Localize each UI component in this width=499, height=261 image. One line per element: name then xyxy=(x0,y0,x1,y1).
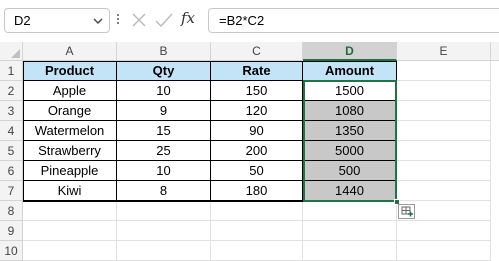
row-header-9[interactable]: 9 xyxy=(0,221,23,241)
cell-c4[interactable]: 90 xyxy=(211,121,303,141)
cell-c1[interactable]: Rate xyxy=(211,61,303,81)
enter-icon[interactable] xyxy=(155,12,173,28)
cell-e4[interactable] xyxy=(397,121,491,141)
quick-analysis-icon[interactable] xyxy=(398,204,415,219)
row-header-10[interactable]: 10 xyxy=(0,241,23,261)
cell-b4[interactable]: 15 xyxy=(117,121,211,141)
select-all-button[interactable] xyxy=(0,42,23,61)
cell-b7[interactable]: 8 xyxy=(117,181,211,201)
cell-a3[interactable]: Orange xyxy=(23,101,117,121)
cancel-icon[interactable] xyxy=(131,12,147,28)
cell-b6[interactable]: 10 xyxy=(117,161,211,181)
cell-d6[interactable]: 500 xyxy=(303,161,397,181)
cell-e10[interactable] xyxy=(397,241,491,261)
cell-e2[interactable] xyxy=(397,81,491,101)
cell-a7[interactable]: Kiwi xyxy=(23,181,117,201)
cell-c8[interactable] xyxy=(211,201,303,221)
cell-c9[interactable] xyxy=(211,221,303,241)
cell-d3[interactable]: 1080 xyxy=(303,101,397,121)
cell-a1[interactable]: Product xyxy=(23,61,117,81)
cell-e9[interactable] xyxy=(397,221,491,241)
cell-c6[interactable]: 50 xyxy=(211,161,303,181)
cell-c7[interactable]: 180 xyxy=(211,181,303,201)
insert-function-button[interactable]: fx xyxy=(181,9,195,27)
cell-a4[interactable]: Watermelon xyxy=(23,121,117,141)
cell-b8[interactable] xyxy=(117,201,211,221)
name-box[interactable]: D2 xyxy=(4,8,110,33)
formula-bar: D2 fx =B2*C2 xyxy=(0,0,499,42)
cell-b2[interactable]: 10 xyxy=(117,81,211,101)
cell-e5[interactable] xyxy=(397,141,491,161)
row-header-6[interactable]: 6 xyxy=(0,161,23,181)
cell-d5[interactable]: 5000 xyxy=(303,141,397,161)
cell-a5[interactable]: Strawberry xyxy=(23,141,117,161)
formula-input[interactable]: =B2*C2 xyxy=(208,8,499,33)
cell-d4[interactable]: 1350 xyxy=(303,121,397,141)
column-header-c[interactable]: C xyxy=(211,42,303,61)
row-header-7[interactable]: 7 xyxy=(0,181,23,201)
cell-a2[interactable]: Apple xyxy=(23,81,117,101)
chevron-down-icon[interactable] xyxy=(93,17,103,25)
row-header-4[interactable]: 4 xyxy=(0,121,23,141)
cell-c2[interactable]: 150 xyxy=(211,81,303,101)
cell-a8[interactable] xyxy=(23,201,117,221)
cell-c3[interactable]: 120 xyxy=(211,101,303,121)
cell-d1[interactable]: Amount xyxy=(303,61,397,81)
column-header-e[interactable]: E xyxy=(397,42,491,61)
cell-d8[interactable] xyxy=(303,201,397,221)
cell-b10[interactable] xyxy=(117,241,211,261)
column-header-f[interactable] xyxy=(491,42,499,61)
cell-d2[interactable]: 1500 xyxy=(303,81,397,101)
column-header-b[interactable]: B xyxy=(117,42,211,61)
more-options-icon[interactable] xyxy=(116,12,120,30)
cell-d9[interactable] xyxy=(303,221,397,241)
cell-b1[interactable]: Qty xyxy=(117,61,211,81)
cell-a9[interactable] xyxy=(23,221,117,241)
row-header-5[interactable]: 5 xyxy=(0,141,23,161)
column-header-d[interactable]: D xyxy=(303,42,397,61)
cell-b3[interactable]: 9 xyxy=(117,101,211,121)
cell-d7[interactable]: 1440 xyxy=(303,181,397,201)
cell-e3[interactable] xyxy=(397,101,491,121)
cell-d10[interactable] xyxy=(303,241,397,261)
cell-c5[interactable]: 200 xyxy=(211,141,303,161)
cell-e7[interactable] xyxy=(397,181,491,201)
column-header-a[interactable]: A xyxy=(23,42,117,61)
row-header-2[interactable]: 2 xyxy=(0,81,23,101)
name-box-value: D2 xyxy=(14,13,31,28)
cell-a6[interactable]: Pineapple xyxy=(23,161,117,181)
cell-c10[interactable] xyxy=(211,241,303,261)
worksheet-grid: A B C D E 1 2 3 4 5 6 7 8 9 10 Product Q… xyxy=(0,42,499,261)
cell-a10[interactable] xyxy=(23,241,117,261)
row-header-3[interactable]: 3 xyxy=(0,101,23,121)
cell-b5[interactable]: 25 xyxy=(117,141,211,161)
cell-b9[interactable] xyxy=(117,221,211,241)
cell-e1[interactable] xyxy=(397,61,491,81)
row-header-8[interactable]: 8 xyxy=(0,201,23,221)
cell-e6[interactable] xyxy=(397,161,491,181)
formula-text: =B2*C2 xyxy=(219,13,265,28)
row-header-1[interactable]: 1 xyxy=(0,61,23,81)
